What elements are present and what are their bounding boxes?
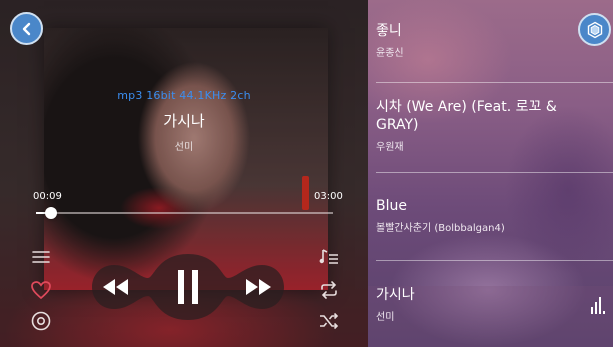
playlist-item-current[interactable]: 가시나 선미 (368, 286, 613, 347)
playlist-item-artist: 우원재 (376, 142, 404, 153)
time-elapsed: 00:09 (33, 191, 62, 202)
playlist-item-title: Blue (376, 198, 407, 214)
seek-track[interactable] (36, 212, 333, 214)
settings-button[interactable] (578, 13, 611, 46)
pause-button[interactable] (164, 266, 212, 308)
playlist-divider (376, 172, 613, 173)
next-button[interactable] (242, 275, 276, 299)
shuffle-icon (320, 312, 339, 330)
disc-icon (31, 311, 51, 331)
fast-forward-icon (246, 279, 271, 295)
favorite-button[interactable] (30, 279, 52, 301)
playlist-item[interactable]: 좋니 윤종신 (368, 22, 613, 59)
seek-thumb[interactable] (44, 207, 57, 219)
playlist-item-title: 시차 (We Are) (Feat. 로꼬 & GRAY) (376, 99, 557, 133)
song-artist: 선미 (174, 142, 194, 153)
audio-format-label: mp3 16bit 44.1KHz 2ch (117, 89, 251, 102)
menu-button[interactable] (30, 246, 52, 268)
song-title: 가시나 (163, 112, 205, 130)
music-list-icon (319, 249, 338, 264)
playlist-item[interactable]: 시차 (We Are) (Feat. 로꼬 & GRAY) 우원재 (368, 98, 613, 153)
playlist-item-artist: 윤종신 (376, 48, 404, 59)
repeat-icon (321, 281, 337, 299)
transport-controls (92, 248, 284, 326)
hexagon-logo-icon (587, 21, 602, 38)
previous-button[interactable] (98, 275, 132, 299)
playlist-item-artist: 선미 (376, 312, 395, 323)
disc-button[interactable] (30, 310, 52, 332)
seek-bar[interactable] (36, 207, 333, 219)
now-playing-panel: mp3 16bit 44.1KHz 2ch 가시나 선미 00:09 03:00 (0, 0, 368, 347)
rewind-icon (103, 279, 128, 295)
playlist-divider (376, 82, 613, 83)
playlist-button[interactable] (318, 246, 340, 268)
shuffle-button[interactable] (318, 310, 340, 332)
time-total: 03:00 (314, 191, 343, 202)
chevron-left-icon (22, 22, 30, 35)
back-button[interactable] (10, 12, 43, 45)
repeat-button[interactable] (318, 279, 340, 301)
playlist-item[interactable]: Blue 볼빨간사춘기 (Bolbbalgan4) (368, 197, 613, 234)
menu-lines-icon (32, 251, 50, 263)
equalizer-bars-icon (591, 297, 605, 314)
playlist-item-title: 가시나 (376, 287, 415, 303)
playlist-divider (376, 260, 613, 261)
playlist-item-artist: 볼빨간사춘기 (Bolbbalgan4) (376, 223, 505, 234)
playlist-panel: 좋니 윤종신 시차 (We Are) (Feat. 로꼬 & GRAY) 우원재… (368, 0, 613, 347)
heart-icon (31, 281, 51, 300)
pause-icon (178, 270, 198, 304)
